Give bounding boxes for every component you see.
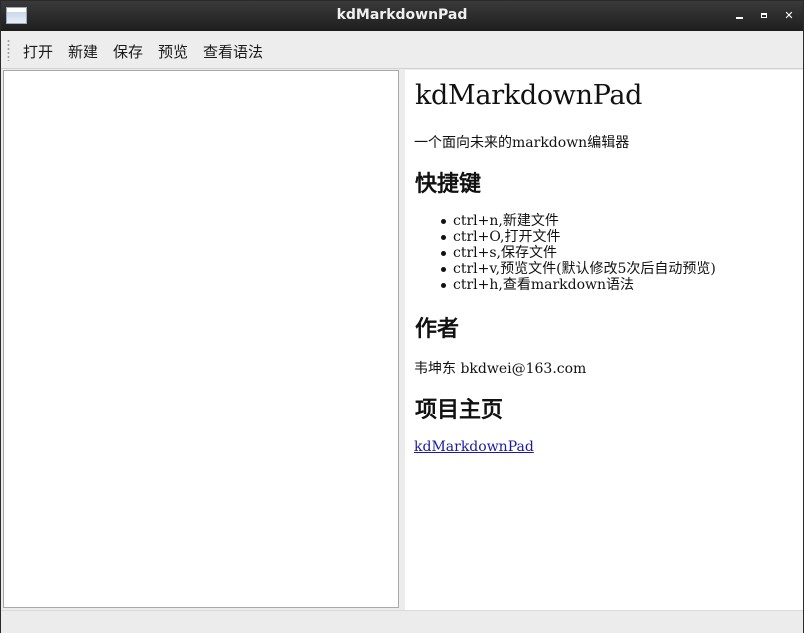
shortcuts-heading: 快捷键 (415, 171, 482, 197)
shortcuts-list: ctrl+n,新建文件 ctrl+O,打开文件 ctrl+s,保存文件 ctrl… (441, 213, 716, 293)
preview-title: kdMarkdownPad (415, 80, 643, 111)
minimize-icon (736, 17, 743, 19)
open-button[interactable]: 打开 (23, 41, 53, 62)
list-item: ctrl+v,预览文件(默认修改5次后自动预览) (441, 261, 716, 277)
minimize-button[interactable] (733, 9, 747, 23)
preview-subtitle: 一个面向未来的markdown编辑器 (414, 135, 630, 151)
status-bar (1, 610, 803, 633)
preview-button[interactable]: 预览 (158, 41, 188, 62)
author-text: 韦坤东 bkdwei@163.com (414, 361, 587, 377)
toolbar: 打开 新建 保存 预览 查看语法 (1, 31, 803, 69)
homepage-link[interactable]: kdMarkdownPad (414, 439, 534, 455)
close-icon: ✕ (784, 9, 794, 22)
list-item: ctrl+h,查看markdown语法 (441, 277, 716, 293)
markdown-preview: kdMarkdownPad 一个面向未来的markdown编辑器 快捷键 ctr… (405, 70, 803, 610)
maximize-button[interactable] (758, 9, 772, 23)
app-window: kdMarkdownPad ✕ 打开 新建 保存 预览 查看语法 kdMarkd… (0, 0, 804, 633)
window-title: kdMarkdownPad (336, 7, 468, 23)
list-item: ctrl+O,打开文件 (441, 229, 716, 245)
title-bar[interactable]: kdMarkdownPad ✕ (1, 1, 803, 31)
new-button[interactable]: 新建 (68, 41, 98, 62)
list-item: ctrl+s,保存文件 (441, 245, 716, 261)
markdown-editor[interactable] (3, 70, 399, 608)
toolbar-grip-icon[interactable] (7, 39, 10, 61)
author-heading: 作者 (415, 316, 460, 342)
homepage-heading: 项目主页 (415, 397, 504, 423)
close-button[interactable]: ✕ (782, 9, 796, 23)
save-button[interactable]: 保存 (113, 41, 143, 62)
list-item: ctrl+n,新建文件 (441, 213, 716, 229)
view-syntax-button[interactable]: 查看语法 (203, 41, 263, 62)
maximize-icon (761, 13, 767, 18)
